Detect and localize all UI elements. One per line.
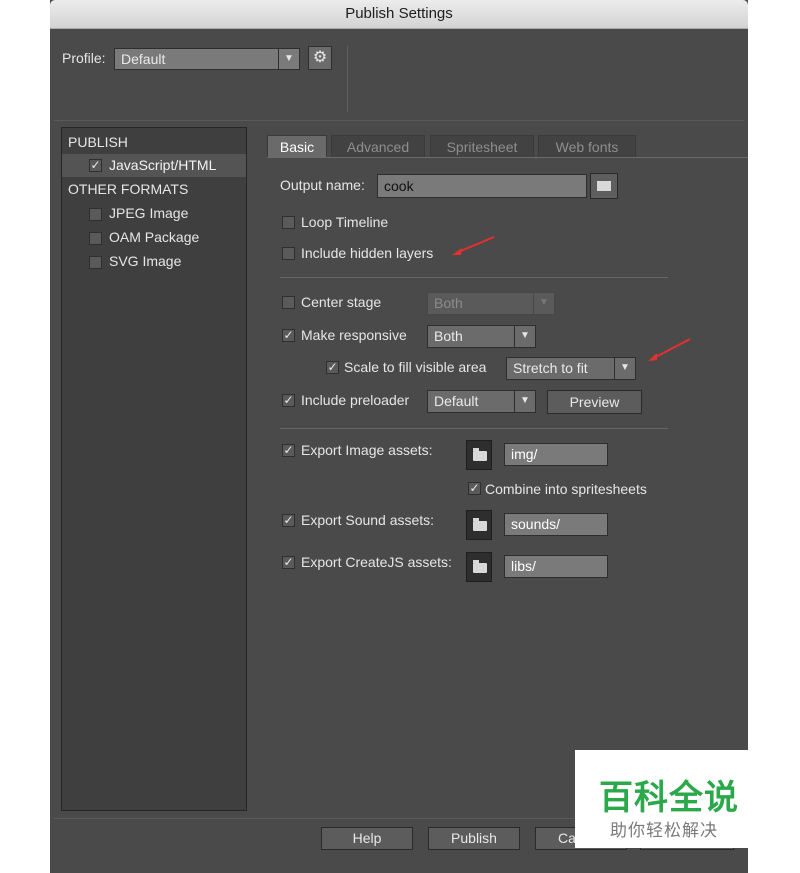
help-button[interactable]: Help [321,827,413,850]
center-stage-dropdown: Both ▼ [427,292,555,315]
watermark-subtitle: 助你轻松解决 [610,821,718,840]
include-preloader-value: Default [434,393,479,409]
sidebar-item-oam[interactable]: OAM Package [62,227,246,249]
output-folder-button[interactable] [590,173,618,199]
profile-value: Default [121,51,166,67]
section-divider-1 [280,277,668,278]
scale-to-fill-dropdown[interactable]: Stretch to fit ▼ [506,357,636,380]
include-preloader-dropdown[interactable]: Default ▼ [427,390,536,413]
annotation-arrow-1 [452,236,495,255]
sidebar-item-svg[interactable]: SVG Image [62,251,246,273]
watermark-title: 百科全说 [599,779,739,817]
include-hidden-layers-label: Include hidden layers [301,245,434,261]
tab-web-fonts[interactable]: Web fonts [538,135,636,157]
center-stage-value: Both [434,295,463,311]
oam-checkbox[interactable] [89,232,102,245]
scale-to-fill-checkbox[interactable]: ✓ [326,361,339,374]
window-title: Publish Settings [50,0,748,29]
jpeg-checkbox[interactable] [89,208,102,221]
tab-advanced[interactable]: Advanced [331,135,425,157]
combine-spritesheets-checkbox[interactable]: ✓ [468,482,481,495]
include-preloader-label: Include preloader [301,392,410,408]
tab-spritesheet[interactable]: Spritesheet [430,135,534,157]
preview-button[interactable]: Preview [547,390,642,414]
image-path-input[interactable]: img/ [504,443,608,466]
export-createjs-assets-checkbox[interactable]: ✓ [282,556,295,569]
profile-label: Profile: [62,50,106,66]
publish-settings-window: Publish Settings Profile: Default ▼ ⚙ PU… [50,0,748,873]
sidebar-item-javascript-html[interactable]: ✓ JavaScript/HTML [62,154,246,177]
include-hidden-layers-checkbox[interactable] [282,247,295,260]
tab-underline [267,157,748,158]
sound-folder-button[interactable] [466,510,492,540]
svg-checkbox[interactable] [89,256,102,269]
header-bottom-divider [54,120,744,121]
section-divider-2 [280,428,668,429]
watermark: 百科全说 助你轻松解决 [575,750,750,848]
loop-timeline-label: Loop Timeline [301,214,389,230]
make-responsive-checkbox[interactable]: ✓ [282,329,295,342]
profile-dropdown[interactable]: Default ▼ [114,48,300,70]
center-stage-label: Center stage [301,294,382,310]
chevron-down-icon: ▼ [514,326,535,347]
sidebar-item-jpeg[interactable]: JPEG Image [62,203,246,225]
header-divider [347,46,348,112]
image-folder-button[interactable] [466,440,492,470]
scale-to-fill-value: Stretch to fit [513,360,588,376]
chevron-down-icon: ▼ [514,391,535,412]
createjs-folder-button[interactable] [466,552,492,582]
include-preloader-checkbox[interactable]: ✓ [282,394,295,407]
section-heading-other-formats: OTHER FORMATS [68,181,189,197]
sidebar-item-label: OAM Package [109,229,200,245]
export-image-assets-label: Export Image assets: [301,442,433,458]
center-stage-checkbox[interactable] [282,296,295,309]
sidebar-item-label: SVG Image [109,253,182,269]
folder-open-icon [597,181,611,191]
chevron-down-icon: ▼ [614,358,635,379]
scale-to-fill-label: Scale to fill visible area [344,359,487,375]
createjs-path-input[interactable]: libs/ [504,555,608,578]
export-sound-assets-checkbox[interactable]: ✓ [282,514,295,527]
combine-spritesheets-label: Combine into spritesheets [485,481,647,497]
make-responsive-value: Both [434,328,463,344]
loop-timeline-checkbox[interactable] [282,216,295,229]
annotation-arrow-2 [648,338,691,361]
sound-path-input[interactable]: sounds/ [504,513,608,536]
profile-settings-button[interactable]: ⚙ [308,46,332,70]
output-name-label: Output name: [280,177,365,193]
tab-basic[interactable]: Basic [267,135,327,157]
gear-icon: ⚙ [312,49,328,66]
export-image-assets-checkbox[interactable]: ✓ [282,444,295,457]
sidebar-item-label: JPEG Image [109,205,189,221]
chevron-down-icon: ▼ [533,293,554,314]
make-responsive-label: Make responsive [301,327,407,343]
folder-icon [473,448,487,461]
output-name-input[interactable]: cook [377,174,587,198]
publish-button[interactable]: Publish [428,827,520,850]
export-createjs-assets-label: Export CreateJS assets: [301,554,452,570]
javascript-html-checkbox[interactable]: ✓ [89,159,102,172]
format-sidebar: PUBLISH ✓ JavaScript/HTML OTHER FORMATS … [61,127,247,811]
sidebar-item-label: JavaScript/HTML [109,157,217,173]
make-responsive-dropdown[interactable]: Both ▼ [427,325,536,348]
folder-icon [473,518,487,531]
export-sound-assets-label: Export Sound assets: [301,512,435,528]
chevron-down-icon: ▼ [278,49,299,69]
section-heading-publish: PUBLISH [68,134,128,150]
folder-icon [473,560,487,573]
